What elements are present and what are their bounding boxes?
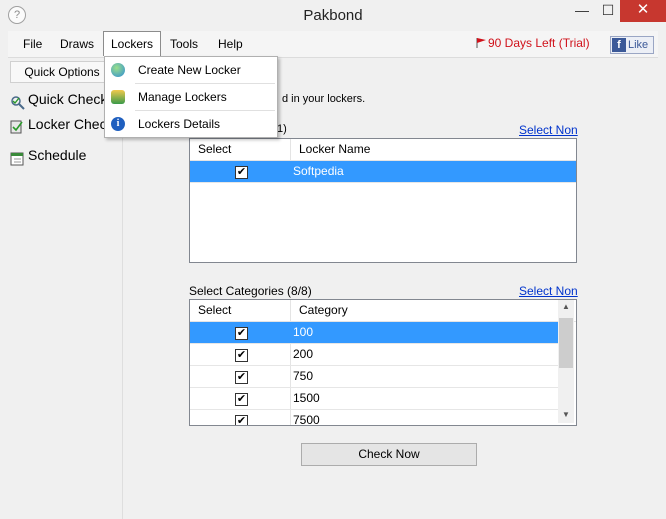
- category-cell: 750: [293, 369, 314, 383]
- manage-lockers-icon: [111, 90, 125, 104]
- categories-grid: Select Category ✔ 100 ✔ 200 ✔ 750 ✔ 1500…: [189, 299, 577, 426]
- menu-draws[interactable]: Draws: [60, 31, 94, 57]
- close-button[interactable]: ✕: [620, 0, 666, 22]
- calendar-icon: [10, 149, 25, 166]
- select-checkbox[interactable]: ✔: [235, 371, 248, 384]
- select-checkbox[interactable]: ✔: [235, 327, 248, 340]
- minimize-button[interactable]: —: [569, 0, 595, 22]
- select-checkbox[interactable]: ✔: [235, 166, 248, 179]
- hint-text: d in your lockers.: [282, 93, 366, 105]
- category-cell: 7500: [293, 413, 320, 426]
- table-row[interactable]: ✔ 7500: [190, 410, 558, 426]
- sidebar-item-label: Schedule: [28, 147, 87, 163]
- locker-check-icon: [10, 118, 25, 134]
- categories-label: Select Categories (8/8): [189, 284, 312, 298]
- column-divider: [290, 410, 291, 425]
- table-row[interactable]: ✔ 200: [190, 344, 558, 366]
- menu-tools[interactable]: Tools: [170, 31, 198, 57]
- lockers-grid: Select Locker Name ✔ Softpedia: [189, 138, 577, 263]
- select-checkbox[interactable]: ✔: [235, 393, 248, 406]
- sidebar-item-schedule[interactable]: Schedule: [10, 143, 128, 167]
- table-row[interactable]: ✔ 100: [190, 322, 558, 344]
- menu-item-lockers-details[interactable]: i Lockers Details: [105, 111, 277, 137]
- menu-item-manage-lockers[interactable]: Manage Lockers: [105, 84, 277, 110]
- menu-item-label: Create New Locker: [138, 63, 241, 77]
- lockers-dropdown-menu: Create New Locker Manage Lockers i Locke…: [104, 56, 278, 138]
- scroll-thumb[interactable]: [559, 318, 573, 368]
- column-header-category[interactable]: Category: [291, 300, 555, 321]
- categories-scrollbar[interactable]: ▲ ▼: [558, 300, 574, 423]
- category-cell: 100: [293, 325, 314, 339]
- menu-lockers[interactable]: Lockers: [103, 31, 161, 56]
- table-row[interactable]: ✔ Softpedia: [190, 161, 576, 183]
- column-divider: [290, 344, 291, 365]
- lockers-count: 1): [277, 123, 287, 135]
- check-now-button[interactable]: Check Now: [301, 443, 477, 466]
- category-cell: 200: [293, 347, 314, 361]
- lockers-grid-header: Select Locker Name: [190, 139, 576, 161]
- magnifier-check-icon: [10, 93, 25, 110]
- column-header-locker-name[interactable]: Locker Name: [291, 139, 575, 160]
- categories-select-none-link[interactable]: Select Non: [519, 284, 578, 298]
- facebook-like-button[interactable]: f Like: [610, 36, 654, 54]
- scroll-down-icon[interactable]: ▼: [558, 408, 574, 422]
- locker-name-cell: Softpedia: [293, 164, 344, 178]
- column-divider: [290, 388, 291, 409]
- window-title: Pakbond: [303, 7, 363, 24]
- column-divider: [290, 366, 291, 387]
- scroll-up-icon[interactable]: ▲: [558, 300, 574, 314]
- select-checkbox[interactable]: ✔: [235, 349, 248, 362]
- menu-item-label: Manage Lockers: [138, 90, 227, 104]
- select-checkbox[interactable]: ✔: [235, 415, 248, 425]
- like-label: Like: [628, 39, 649, 51]
- flag-icon: [475, 38, 486, 48]
- category-cell: 1500: [293, 391, 320, 405]
- table-row[interactable]: ✔ 750: [190, 366, 558, 388]
- menu-item-label: Lockers Details: [138, 117, 221, 131]
- info-icon: i: [111, 117, 125, 131]
- menu-item-create-new-locker[interactable]: Create New Locker: [105, 57, 277, 83]
- maximize-button[interactable]: ☐: [595, 0, 621, 22]
- sidebar-item-label: Quick Check: [28, 91, 108, 107]
- categories-grid-header: Select Category: [190, 300, 576, 322]
- column-header-select[interactable]: Select: [190, 300, 291, 321]
- trial-status: 90 Days Left (Trial): [475, 36, 590, 50]
- menu-help[interactable]: Help: [218, 31, 243, 57]
- facebook-icon: f: [612, 38, 626, 52]
- sidebar-item-label: Locker Check: [28, 116, 114, 132]
- trial-text: 90 Days Left (Trial): [488, 36, 590, 50]
- lockers-select-none-link[interactable]: Select Non: [519, 123, 578, 137]
- globe-add-icon: [111, 63, 125, 77]
- quick-options-tab[interactable]: Quick Options: [10, 61, 114, 83]
- table-row[interactable]: ✔ 1500: [190, 388, 558, 410]
- menu-file[interactable]: File: [23, 31, 42, 57]
- column-header-select[interactable]: Select: [190, 139, 291, 160]
